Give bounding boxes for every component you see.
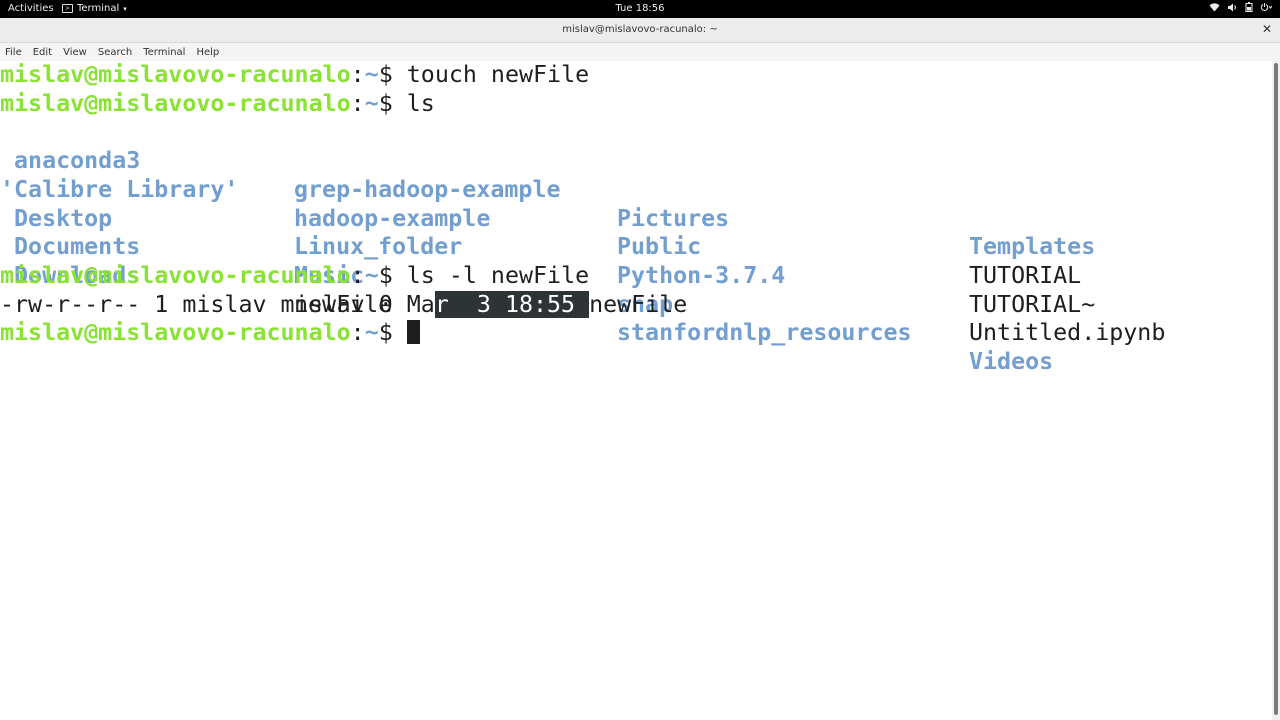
command-text: ls -l newFile (406, 261, 590, 289)
prompt-path: ~ (364, 261, 379, 289)
terminal-line: mislav@mislavovo-racunalo:~$ ls (0, 90, 435, 119)
app-menu-label: Terminal (77, 3, 120, 14)
command-text: ls (406, 89, 435, 117)
prompt-symbol: $ (378, 61, 393, 88)
clock-button[interactable]: Tue 18:56 (615, 3, 664, 14)
battery-icon (1245, 2, 1253, 15)
system-status-menu[interactable] (1209, 2, 1273, 15)
prompt-user: mislav@mislavovo-racunalo (0, 61, 351, 88)
prompt-path: ~ (364, 89, 379, 117)
prompt-user: mislav@mislavovo-racunalo (0, 261, 351, 289)
terminal-line-current: mislav@mislavovo-racunalo:~$ (0, 319, 420, 348)
prompt-symbol: $ (378, 89, 393, 117)
activities-button[interactable]: Activities (8, 3, 54, 14)
menu-bar: File Edit View Search Terminal Help (0, 43, 1280, 61)
prompt-separator: : (350, 261, 365, 289)
window-title-bar[interactable]: mislav@mislavovo-racunalo: ~ ✕ (0, 18, 1280, 43)
terminal-output[interactable]: mislav@mislavovo-racunalo:~$ touch newFi… (0, 61, 1272, 720)
terminal-app-icon: > (62, 4, 73, 13)
terminal-line: mislav@mislavovo-racunalo:~$ ls -l newFi… (0, 262, 589, 291)
text-cursor[interactable] (406, 320, 420, 345)
ls-entry: Videos (969, 348, 1054, 375)
menu-edit[interactable]: Edit (33, 47, 52, 58)
ls-entry: stanfordnlp_resources (617, 319, 912, 347)
terminal-scrollbar[interactable] (1272, 61, 1280, 720)
prompt-symbol: $ (378, 319, 393, 347)
ls-entry: TUTORIAL~ (969, 290, 1096, 318)
prompt-symbol: $ (378, 261, 393, 289)
scrollbar-thumb[interactable] (1274, 63, 1278, 715)
clock-container: Tue 18:56 (0, 3, 1280, 14)
ls-output-row: Desktop Linux_folder Python-3.7.4 TUTORI… (0, 176, 1272, 318)
app-menu-button[interactable]: > Terminal ▾ (62, 3, 127, 14)
prompt-path: ~ (364, 61, 379, 88)
power-icon (1260, 2, 1273, 15)
window-title: mislav@mislavovo-racunalo: ~ (562, 24, 718, 35)
ls-long-text: -rw-r--r-- 1 mislav mislav 0 Ma (0, 290, 435, 318)
prompt-user: mislav@mislavovo-racunalo (0, 319, 351, 347)
prompt-separator: : (350, 61, 365, 88)
prompt-path: ~ (364, 319, 379, 347)
chevron-down-icon: ▾ (123, 4, 127, 13)
ls-long-output: -rw-r--r-- 1 mislav mislav 0 Mar 3 18:55… (0, 290, 688, 320)
menu-search[interactable]: Search (98, 47, 132, 58)
menu-view[interactable]: View (63, 47, 87, 58)
prompt-user: mislav@mislavovo-racunalo (0, 89, 351, 117)
ls-entry: TUTORIAL (969, 261, 1082, 289)
ls-output-row: anaconda3 grep-hadoop-example Pictures T… (0, 118, 1272, 260)
ls-output-row: 'Calibre Library' hadoop-example Public … (0, 147, 1272, 289)
ls-output-row: Documents Music snap Untitled.ipynb (0, 205, 1272, 346)
gnome-top-bar: Activities > Terminal ▾ Tue 18:56 (0, 0, 1280, 18)
prompt-separator: : (350, 89, 365, 117)
ls-long-filename: newFile (589, 290, 688, 318)
ls-output-row: Downloads newFile stanfordnlp_resources … (0, 233, 1272, 375)
menu-help[interactable]: Help (196, 47, 219, 58)
volume-icon (1227, 3, 1238, 15)
terminal-line: mislav@mislavovo-racunalo:~$ touch newFi… (0, 61, 589, 90)
ls-entry: Untitled.ipynb (969, 319, 1166, 347)
wifi-icon (1209, 2, 1220, 15)
menu-terminal[interactable]: Terminal (143, 47, 185, 58)
menu-file[interactable]: File (5, 47, 22, 58)
prompt-separator: : (350, 319, 365, 347)
text-selection[interactable]: r 3 18:55 (434, 290, 590, 318)
ls-entry: Python-3.7.4 (617, 261, 786, 289)
command-text: touch newFile (406, 61, 590, 88)
close-icon[interactable]: ✕ (1262, 22, 1272, 36)
